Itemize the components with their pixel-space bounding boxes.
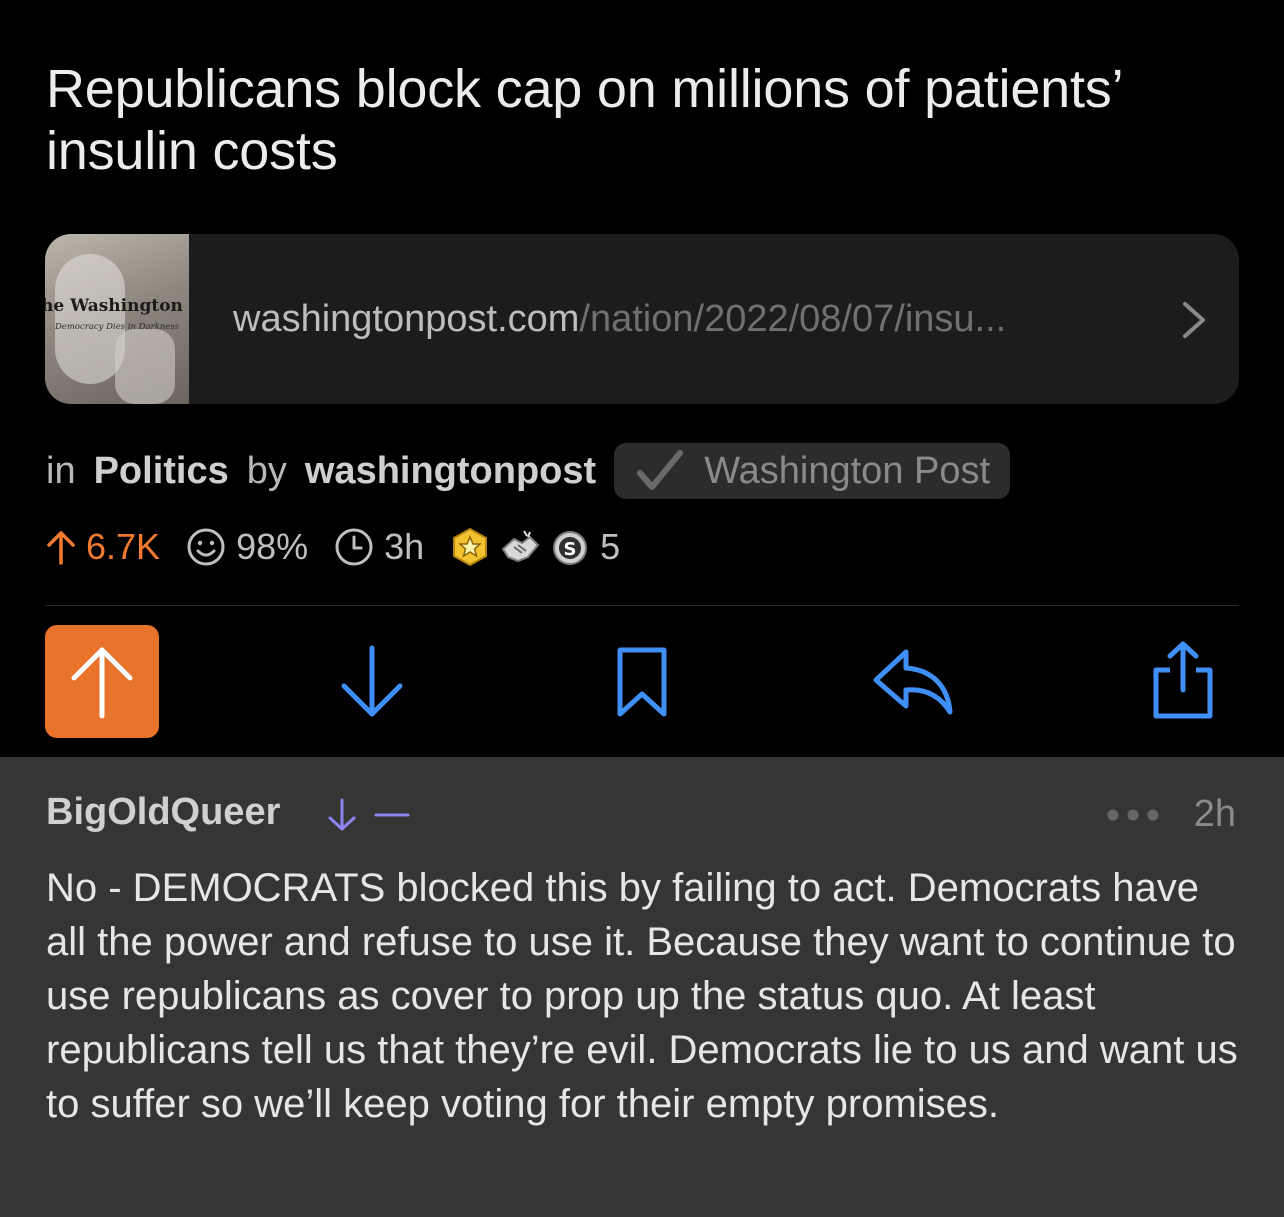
upvote-icon: [71, 647, 133, 718]
comment-author[interactable]: BigOldQueer: [46, 791, 280, 834]
reply-icon[interactable]: [872, 644, 954, 720]
awards[interactable]: S 5: [450, 526, 620, 568]
svg-text:S: S: [564, 539, 577, 560]
user-flair: Washington Post: [614, 443, 1011, 499]
arrow-up-icon: [47, 531, 75, 565]
score-value: 6.7K: [86, 526, 161, 567]
comment-body: No - DEMOCRATS blocked this by failing t…: [46, 866, 1238, 1126]
downvote-icon[interactable]: [340, 644, 404, 720]
clock-icon: [335, 528, 373, 566]
thumbnail-masthead: he Washington Pos: [45, 296, 189, 316]
link-path: /nation/2022/08/07/insu...: [579, 298, 1007, 340]
in-label: in: [46, 449, 76, 492]
age-stat: 3h: [334, 526, 424, 568]
comment[interactable]: BigOldQueer 2h No - DEMOCRATS blocked th…: [0, 757, 1284, 1217]
upvote-button[interactable]: [45, 625, 159, 738]
checkmark-icon: [637, 450, 684, 490]
silver-award-icon: S: [553, 531, 588, 565]
post-title: Republicans block cap on millions of pat…: [46, 59, 1122, 181]
by-label: by: [246, 449, 287, 492]
post-stats: 6.7K 98% 3h S 5: [46, 524, 646, 570]
link-preview-card[interactable]: he Washington Pos Democracy Dies in Dark…: [45, 234, 1239, 404]
ratio-value: 98%: [236, 526, 309, 567]
link-domain: washingtonpost.com: [233, 298, 580, 340]
handshake-award-icon: [501, 530, 540, 563]
subreddit-link[interactable]: Politics: [94, 450, 229, 493]
smiley-icon: [187, 528, 225, 566]
ratio-stat: 98%: [186, 526, 308, 568]
link-url: washingtonpost.com/nation/2022/08/07/ins…: [233, 294, 1006, 344]
share-icon[interactable]: [1148, 640, 1218, 720]
age-value: 3h: [384, 526, 425, 567]
divider: [45, 605, 1239, 606]
author-link[interactable]: washingtonpost: [305, 450, 596, 493]
thumbnail-slogan: Democracy Dies in Darkness: [54, 322, 180, 332]
downvote-indicator-icon: [328, 798, 410, 831]
action-bar: [0, 624, 1284, 740]
flair-text: Washington Post: [704, 449, 991, 492]
chevron-right-icon: [1183, 302, 1205, 338]
awards-count: 5: [600, 526, 621, 567]
comment-time: 2h: [1193, 793, 1236, 835]
gold-star-award-icon: [453, 527, 488, 567]
post-meta: in Politics by washingtonpost Washington…: [46, 443, 1011, 499]
score-stat: 6.7K: [46, 526, 160, 568]
more-options-icon[interactable]: [1105, 807, 1161, 823]
bookmark-icon[interactable]: [614, 644, 670, 720]
link-thumbnail: he Washington Pos Democracy Dies in Dark…: [45, 234, 189, 404]
